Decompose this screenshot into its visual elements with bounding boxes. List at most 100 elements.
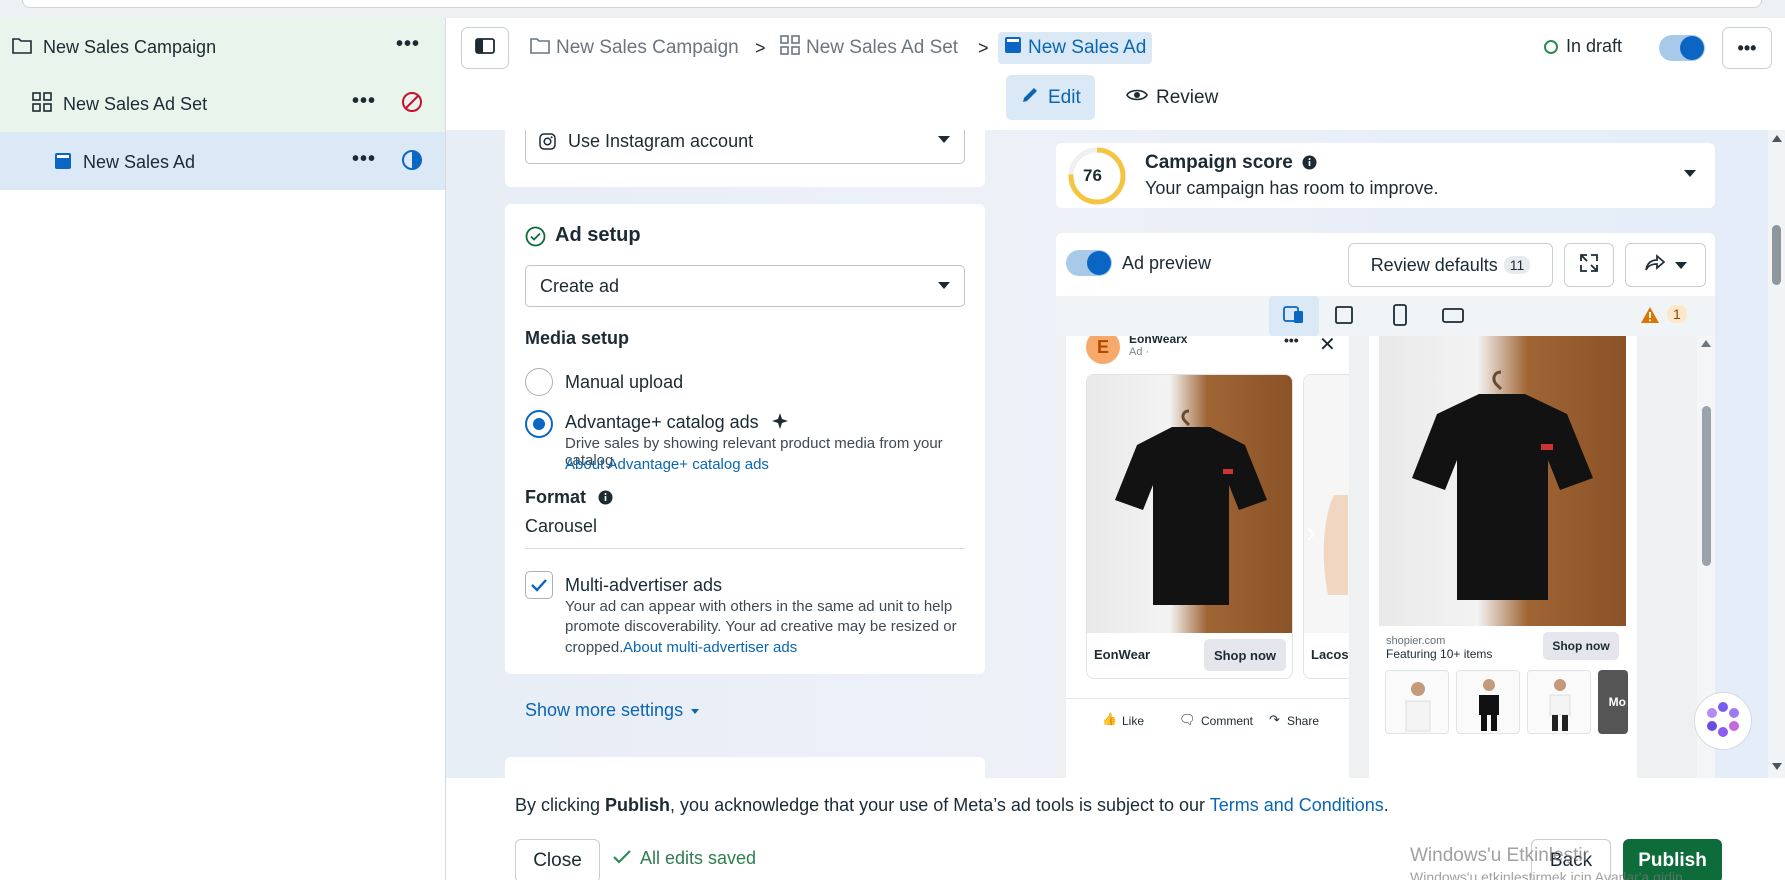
- more-options-icon[interactable]: •••: [396, 33, 420, 56]
- more-options-icon[interactable]: •••: [352, 90, 376, 113]
- shop-now-button[interactable]: Shop now: [1543, 632, 1619, 660]
- horizontal-placement-icon[interactable]: [1442, 308, 1464, 328]
- vertical-placement-icon[interactable]: [1393, 304, 1407, 331]
- pencil-icon: [1020, 85, 1040, 111]
- scroll-up-icon[interactable]: [1701, 340, 1711, 347]
- multi-advertiser-desc: cropped.: [565, 639, 624, 656]
- sidebar-item-campaign[interactable]: New Sales Campaign •••: [0, 18, 445, 75]
- panel-icon: [475, 37, 495, 59]
- multi-advertiser-label: Multi-advertiser ads: [565, 575, 723, 595]
- terms-link[interactable]: Terms and Conditions: [1210, 795, 1384, 815]
- about-multi-advertiser-link[interactable]: About multi-advertiser ads: [623, 639, 797, 656]
- caret-down-icon: [938, 136, 950, 143]
- product-thumbnail[interactable]: [1456, 670, 1520, 734]
- sidebar: New Sales Campaign ••• New Sales Ad Set …: [0, 18, 446, 880]
- address-bar[interactable]: [22, 0, 1762, 8]
- main-content: Use Instagram account Ad setup Create ad…: [446, 130, 1785, 778]
- identity-card: Use Instagram account: [505, 130, 985, 187]
- campaign-score-card[interactable]: 76 Campaign score Your campaign has room…: [1056, 143, 1715, 208]
- scroll-down-icon[interactable]: [1772, 763, 1782, 770]
- about-advantage-link[interactable]: About Advantage+ catalog ads: [565, 456, 769, 473]
- shop-now-button[interactable]: Shop now: [1204, 639, 1286, 671]
- square-placement-icon[interactable]: [1335, 306, 1353, 329]
- tab-edit[interactable]: Edit: [1006, 75, 1095, 120]
- more-thumbnails[interactable]: Mo: [1598, 670, 1628, 734]
- carousel-next-icon[interactable]: ›: [1306, 516, 1316, 550]
- show-more-settings-link[interactable]: Show more settings: [525, 700, 683, 721]
- placement-mixed-button[interactable]: [1269, 296, 1319, 336]
- status-label: In draft: [1566, 36, 1623, 56]
- comment-icon[interactable]: 🗨: [1179, 712, 1196, 728]
- expand-button[interactable]: [1564, 243, 1614, 287]
- comment-label[interactable]: Comment: [1201, 714, 1253, 728]
- brand-avatar: E: [1086, 336, 1120, 364]
- create-ad-select[interactable]: Create ad: [525, 265, 965, 307]
- grid-icon: [32, 92, 52, 112]
- main-scrollbar[interactable]: [1768, 130, 1785, 778]
- more-options-icon[interactable]: •••: [1284, 336, 1299, 348]
- share-menu-button[interactable]: [1625, 243, 1706, 287]
- multi-advertiser-checkbox[interactable]: [525, 571, 553, 599]
- format-value: Carousel: [525, 516, 598, 536]
- breadcrumb-adset[interactable]: New Sales Ad Set: [780, 32, 958, 64]
- like-icon[interactable]: 👍: [1102, 712, 1117, 726]
- score-title: Campaign score: [1145, 152, 1293, 173]
- review-defaults-button[interactable]: Review defaults 11: [1348, 243, 1553, 287]
- multi-advertiser-desc: promote discoverability. Your ad creativ…: [565, 618, 957, 635]
- grid-icon: [780, 35, 800, 61]
- advantage-catalog-radio[interactable]: [525, 410, 553, 438]
- card-title: Lacoste: [1311, 647, 1349, 662]
- breadcrumb-label: New Sales Ad: [1028, 37, 1147, 58]
- caret-down-icon: [938, 282, 950, 289]
- scroll-up-icon[interactable]: [1772, 135, 1782, 142]
- product-thumbnail[interactable]: [1527, 670, 1591, 734]
- warning-icon[interactable]: [1640, 306, 1660, 329]
- media-setup-title: Media setup: [525, 328, 630, 348]
- like-label[interactable]: Like: [1122, 714, 1144, 728]
- scrollbar-thumb[interactable]: [1702, 406, 1711, 566]
- ad-preview-toggle[interactable]: [1066, 250, 1112, 276]
- windows-activation-watermark: Windows'u Etkinleştir: [1410, 845, 1589, 866]
- format-title: Format: [525, 487, 587, 507]
- close-icon[interactable]: ✕: [1319, 336, 1336, 357]
- placement-toolbar: [1056, 296, 1715, 336]
- breadcrumb-separator: >: [755, 38, 766, 58]
- breadcrumb-label: New Sales Ad Set: [806, 37, 959, 58]
- more-options-icon[interactable]: •••: [352, 148, 376, 171]
- instagram-account-select[interactable]: Use Instagram account: [525, 130, 965, 164]
- scrollbar-thumb[interactable]: [1772, 225, 1781, 285]
- breadcrumb-ad[interactable]: New Sales Ad: [998, 32, 1153, 64]
- more-options-icon: •••: [1737, 37, 1757, 58]
- info-icon[interactable]: [598, 490, 613, 510]
- select-value: Use Instagram account: [568, 131, 754, 151]
- caret-down-icon[interactable]: [1684, 170, 1696, 177]
- tab-review[interactable]: Review: [1112, 75, 1232, 120]
- share-label[interactable]: Share: [1287, 714, 1319, 728]
- carousel-card[interactable]: EonWear Shop now: [1086, 374, 1293, 679]
- manual-upload-radio[interactable]: [525, 368, 553, 396]
- notice-bold: Publish: [605, 795, 671, 815]
- sidebar-item-adset[interactable]: New Sales Ad Set •••: [0, 75, 445, 132]
- status-toggle[interactable]: [1659, 35, 1705, 61]
- breadcrumb-campaign[interactable]: New Sales Campaign: [530, 32, 739, 64]
- ad-setup-card: Ad setup Create ad Media setup Manual up…: [505, 204, 985, 674]
- assistant-button[interactable]: [1694, 692, 1752, 750]
- product-thumbnail[interactable]: [1385, 670, 1449, 734]
- sparkle-icon: [772, 413, 788, 434]
- info-icon[interactable]: [1302, 155, 1317, 175]
- ad-icon: [1004, 36, 1022, 60]
- more-options-button[interactable]: •••: [1722, 27, 1772, 69]
- select-value: Create ad: [540, 275, 620, 296]
- count-badge: 11: [1503, 256, 1531, 274]
- folder-icon: [530, 36, 550, 60]
- share-icon[interactable]: ↷: [1269, 712, 1280, 728]
- notice-text: By clicking: [515, 795, 606, 815]
- toggle-panel-button[interactable]: [461, 27, 509, 69]
- advantage-catalog-label: Advantage+ catalog ads: [565, 412, 759, 432]
- sidebar-item-ad[interactable]: New Sales Ad •••: [0, 132, 445, 190]
- share-icon: [1644, 253, 1665, 277]
- close-button[interactable]: Close: [515, 839, 600, 880]
- folder-icon: [12, 36, 32, 54]
- featuring-label: Featuring 10+ items: [1386, 647, 1493, 661]
- ad-preview-card: Ad preview Review defaults 11 1 E EonWea…: [1056, 233, 1715, 778]
